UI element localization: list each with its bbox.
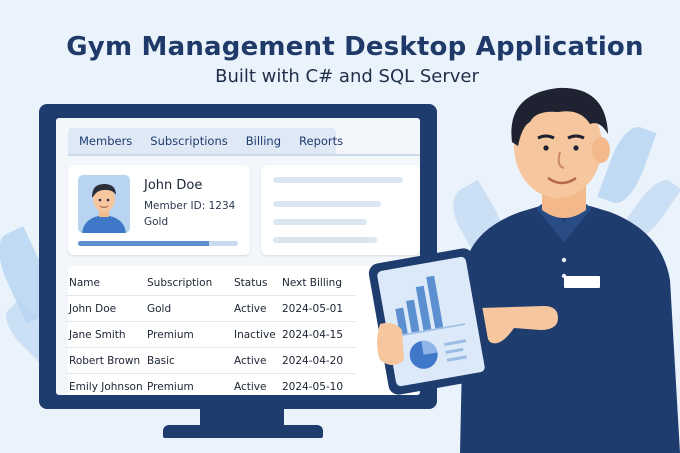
app-window: Members Subscriptions Billing Reports Jo…: [56, 118, 420, 395]
tab-subscriptions[interactable]: Subscriptions: [139, 128, 234, 154]
column-header-next-billing[interactable]: Next Billing: [282, 270, 356, 296]
column-header-name[interactable]: Name: [66, 270, 147, 296]
cell-name: Jane Smith: [66, 321, 147, 348]
cell-next-billing: 2024-04-20: [282, 347, 356, 374]
placeholder-line: [273, 177, 403, 183]
detail-card: [261, 165, 420, 255]
tab-billing[interactable]: Billing: [235, 128, 288, 154]
cell-name: Robert Brown: [66, 347, 147, 374]
cell-status: Active: [234, 347, 282, 374]
presenter-illustration: [460, 87, 680, 453]
table-row[interactable]: Jane Smith Premium Inactive 2024-04-15: [66, 321, 356, 348]
monitor-stand-base: [163, 425, 323, 438]
tab-bar: Members Subscriptions Billing Reports: [68, 128, 343, 154]
cell-status: Active: [234, 295, 282, 322]
tab-reports[interactable]: Reports: [288, 128, 350, 154]
member-progress-bar: [78, 241, 238, 246]
cell-subscription: Premium: [147, 321, 234, 348]
cell-name: Emily Johnson: [66, 373, 147, 395]
cell-subscription: Premium: [147, 373, 234, 395]
member-card[interactable]: John Doe Member ID: 1234 Gold: [68, 165, 250, 255]
member-avatar: [78, 175, 130, 233]
placeholder-line: [273, 219, 367, 225]
member-progress-fill: [78, 241, 210, 246]
cell-name: John Doe: [66, 295, 147, 322]
cell-status: Active: [234, 373, 282, 395]
cell-next-billing: 2024-04-15: [282, 321, 356, 348]
table-header-row: Name Subscription Status Next Billing: [66, 270, 356, 296]
holding-hand: [377, 322, 404, 365]
tab-divider: [68, 154, 420, 156]
member-name: John Doe: [144, 178, 203, 193]
table-row[interactable]: Robert Brown Basic Active 2024-04-20: [66, 347, 356, 374]
placeholder-line: [273, 237, 377, 243]
pie-chart-icon: [409, 340, 438, 369]
tab-members[interactable]: Members: [68, 128, 139, 154]
member-tier: Gold: [144, 216, 169, 228]
table-row[interactable]: Emily Johnson Premium Active 2024-05-10: [66, 373, 356, 395]
members-table: Name Subscription Status Next Billing Jo…: [66, 270, 356, 395]
table-row[interactable]: John Doe Gold Active 2024-05-01: [66, 295, 356, 322]
member-id: Member ID: 1234: [144, 200, 236, 212]
cell-subscription: Basic: [147, 347, 234, 374]
column-header-status[interactable]: Status: [234, 270, 282, 296]
cell-subscription: Gold: [147, 295, 234, 322]
cell-next-billing: 2024-05-01: [282, 295, 356, 322]
cell-next-billing: 2024-05-10: [282, 373, 356, 395]
cell-status: Inactive: [234, 321, 282, 348]
page-title: Gym Management Desktop Application: [66, 32, 644, 62]
column-header-subscription[interactable]: Subscription: [147, 270, 234, 296]
placeholder-line: [273, 201, 381, 207]
